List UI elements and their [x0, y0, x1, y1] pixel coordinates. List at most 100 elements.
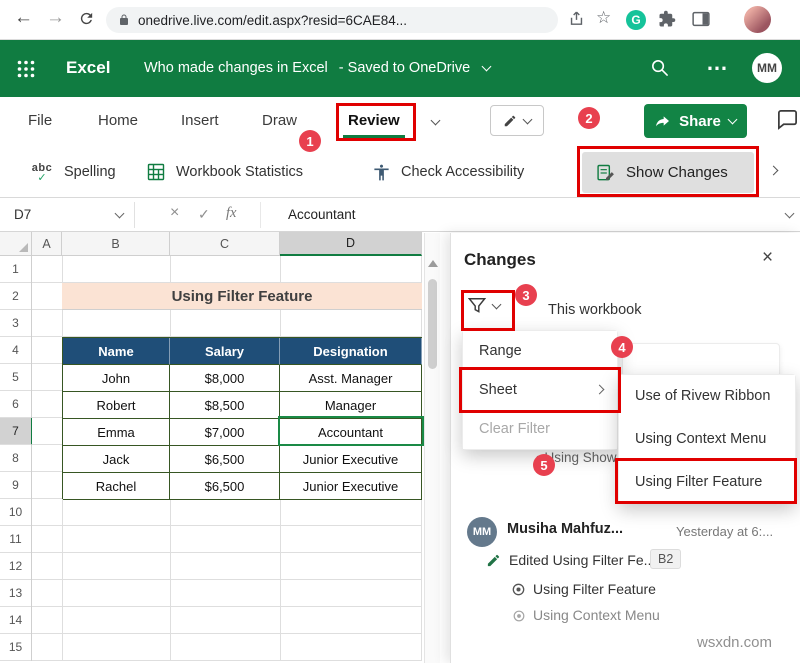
- check-accessibility-icon: [372, 163, 391, 182]
- share-button[interactable]: Share: [644, 104, 747, 138]
- formula-bar-expand-chevron-icon[interactable]: [785, 209, 795, 219]
- spelling-button[interactable]: abc ✓ Spelling: [28, 155, 158, 189]
- cell-c5[interactable]: $8,000: [170, 365, 280, 392]
- cell-b7[interactable]: Emma: [63, 419, 170, 446]
- row-header-15[interactable]: 15: [0, 634, 31, 661]
- table-row: Jack $6,500 Junior Executive: [63, 446, 422, 473]
- more-options-icon[interactable]: …: [706, 50, 728, 76]
- change-author-avatar[interactable]: MM: [467, 517, 497, 547]
- row-header-5[interactable]: 5: [0, 364, 31, 391]
- menu-item-range[interactable]: Range: [463, 331, 617, 370]
- scroll-up-arrow-icon[interactable]: [428, 260, 438, 267]
- share-icon: [655, 113, 671, 129]
- cell-d9[interactable]: Junior Executive: [280, 473, 422, 500]
- cell-d5[interactable]: Asst. Manager: [280, 365, 422, 392]
- annotation-box-using-filter-feature: [615, 458, 797, 504]
- row-header-12[interactable]: 12: [0, 553, 31, 580]
- grammarly-extension-icon[interactable]: G: [626, 10, 646, 30]
- bookmark-star-icon[interactable]: ☆: [596, 8, 611, 28]
- row-header-3[interactable]: 3: [0, 310, 31, 337]
- cell-c7[interactable]: $7,000: [170, 419, 280, 446]
- document-title[interactable]: Who made changes in Excel - Saved to One…: [144, 60, 490, 76]
- browser-profile-avatar[interactable]: [744, 6, 771, 33]
- send-to-devices-icon[interactable]: [568, 10, 585, 32]
- tab-insert[interactable]: Insert: [181, 112, 219, 129]
- cell-b8[interactable]: Jack: [63, 446, 170, 473]
- row-header-4[interactable]: 4: [0, 337, 31, 364]
- vertical-scrollbar[interactable]: [424, 233, 440, 663]
- app-header: Excel Who made changes in Excel - Saved …: [0, 40, 800, 97]
- change-detail-1: Using Filter Feature: [533, 581, 656, 597]
- row-header-6[interactable]: 6: [0, 391, 31, 418]
- row-header-14[interactable]: 14: [0, 607, 31, 634]
- title-chevron-down-icon: [482, 62, 492, 72]
- app-launcher-waffle-icon[interactable]: [17, 60, 35, 83]
- column-header-a[interactable]: A: [32, 232, 62, 256]
- cell-d6[interactable]: Manager: [280, 392, 422, 419]
- cancel-icon[interactable]: ×: [170, 204, 179, 222]
- forward-icon[interactable]: →: [46, 7, 65, 29]
- editing-chevron-down-icon: [523, 114, 533, 124]
- change-author-name[interactable]: Musiha Mahfuz...: [507, 521, 623, 537]
- scrollbar-thumb[interactable]: [428, 279, 437, 369]
- account-avatar[interactable]: MM: [752, 53, 782, 83]
- cell-b5[interactable]: John: [63, 365, 170, 392]
- cell-b9[interactable]: Rachel: [63, 473, 170, 500]
- formula-input-value[interactable]: Accountant: [288, 207, 356, 222]
- ribbon-overflow-chevron-icon[interactable]: [769, 166, 779, 176]
- row-header-13[interactable]: 13: [0, 580, 31, 607]
- annotation-box-filter-button: [461, 290, 515, 331]
- background-card: [622, 343, 780, 377]
- row-header-1[interactable]: 1: [0, 256, 31, 283]
- app-name[interactable]: Excel: [66, 58, 110, 78]
- annotation-badge-4: 4: [611, 336, 633, 358]
- fx-icon[interactable]: fx: [226, 205, 236, 222]
- tab-draw[interactable]: Draw: [262, 112, 297, 129]
- worksheet-title-cell[interactable]: Using Filter Feature: [62, 283, 422, 310]
- sidebar-icon[interactable]: [692, 11, 710, 32]
- cell-c8[interactable]: $6,500: [170, 446, 280, 473]
- back-icon[interactable]: ←: [14, 7, 33, 29]
- submenu-item-using-context-menu[interactable]: Using Context Menu: [619, 418, 795, 461]
- cell-c9[interactable]: $6,500: [170, 473, 280, 500]
- editing-mode-button[interactable]: [490, 105, 544, 136]
- panel-close-icon[interactable]: ×: [762, 247, 773, 269]
- tab-home[interactable]: Home: [98, 112, 138, 129]
- row-header-9[interactable]: 9: [0, 472, 31, 499]
- row-header-8[interactable]: 8: [0, 445, 31, 472]
- column-header-b[interactable]: B: [62, 232, 170, 256]
- address-bar[interactable]: onedrive.live.com/edit.aspx?resid=6CAE84…: [106, 7, 558, 33]
- cell-ref-chip[interactable]: B2: [650, 549, 681, 569]
- saved-status: - Saved to OneDrive: [339, 60, 470, 76]
- table-header-designation[interactable]: Designation: [280, 338, 422, 365]
- row-header-10[interactable]: 10: [0, 499, 31, 526]
- cell-c6[interactable]: $8,500: [170, 392, 280, 419]
- row-header-7[interactable]: 7: [0, 418, 33, 445]
- row-header-2[interactable]: 2: [0, 283, 31, 310]
- changes-panel-title: Changes: [464, 250, 536, 270]
- workbook-statistics-button[interactable]: Workbook Statistics: [146, 155, 303, 189]
- cell-b6[interactable]: Robert: [63, 392, 170, 419]
- table-row: John $8,000 Asst. Manager: [63, 365, 422, 392]
- refresh-icon[interactable]: [78, 10, 95, 32]
- table-header-name[interactable]: Name: [63, 338, 170, 365]
- active-cell-selection: [278, 416, 424, 446]
- cell-d8[interactable]: Junior Executive: [280, 446, 422, 473]
- column-header-c[interactable]: C: [170, 232, 280, 256]
- comments-icon[interactable]: [776, 108, 799, 136]
- submenu-item-use-of-rivew-ribbon[interactable]: Use of Rivew Ribbon: [619, 375, 795, 418]
- check-accessibility-button[interactable]: Check Accessibility: [372, 155, 524, 189]
- annotation-box-show-changes: [577, 146, 759, 197]
- enter-check-icon[interactable]: ✓: [198, 206, 210, 223]
- table-header-salary[interactable]: Salary: [170, 338, 280, 365]
- tab-file[interactable]: File: [28, 112, 52, 129]
- column-header-d[interactable]: D: [280, 232, 422, 256]
- search-icon[interactable]: [650, 58, 669, 82]
- extensions-puzzle-icon[interactable]: [658, 10, 676, 33]
- select-all-corner[interactable]: [0, 232, 32, 256]
- row-header-11[interactable]: 11: [0, 526, 31, 553]
- name-box-chevron-icon[interactable]: [115, 209, 125, 219]
- tabs-chevron-down-icon[interactable]: [431, 116, 441, 126]
- name-box[interactable]: D7: [14, 207, 31, 222]
- menu-item-clear-filter[interactable]: Clear Filter: [463, 410, 617, 449]
